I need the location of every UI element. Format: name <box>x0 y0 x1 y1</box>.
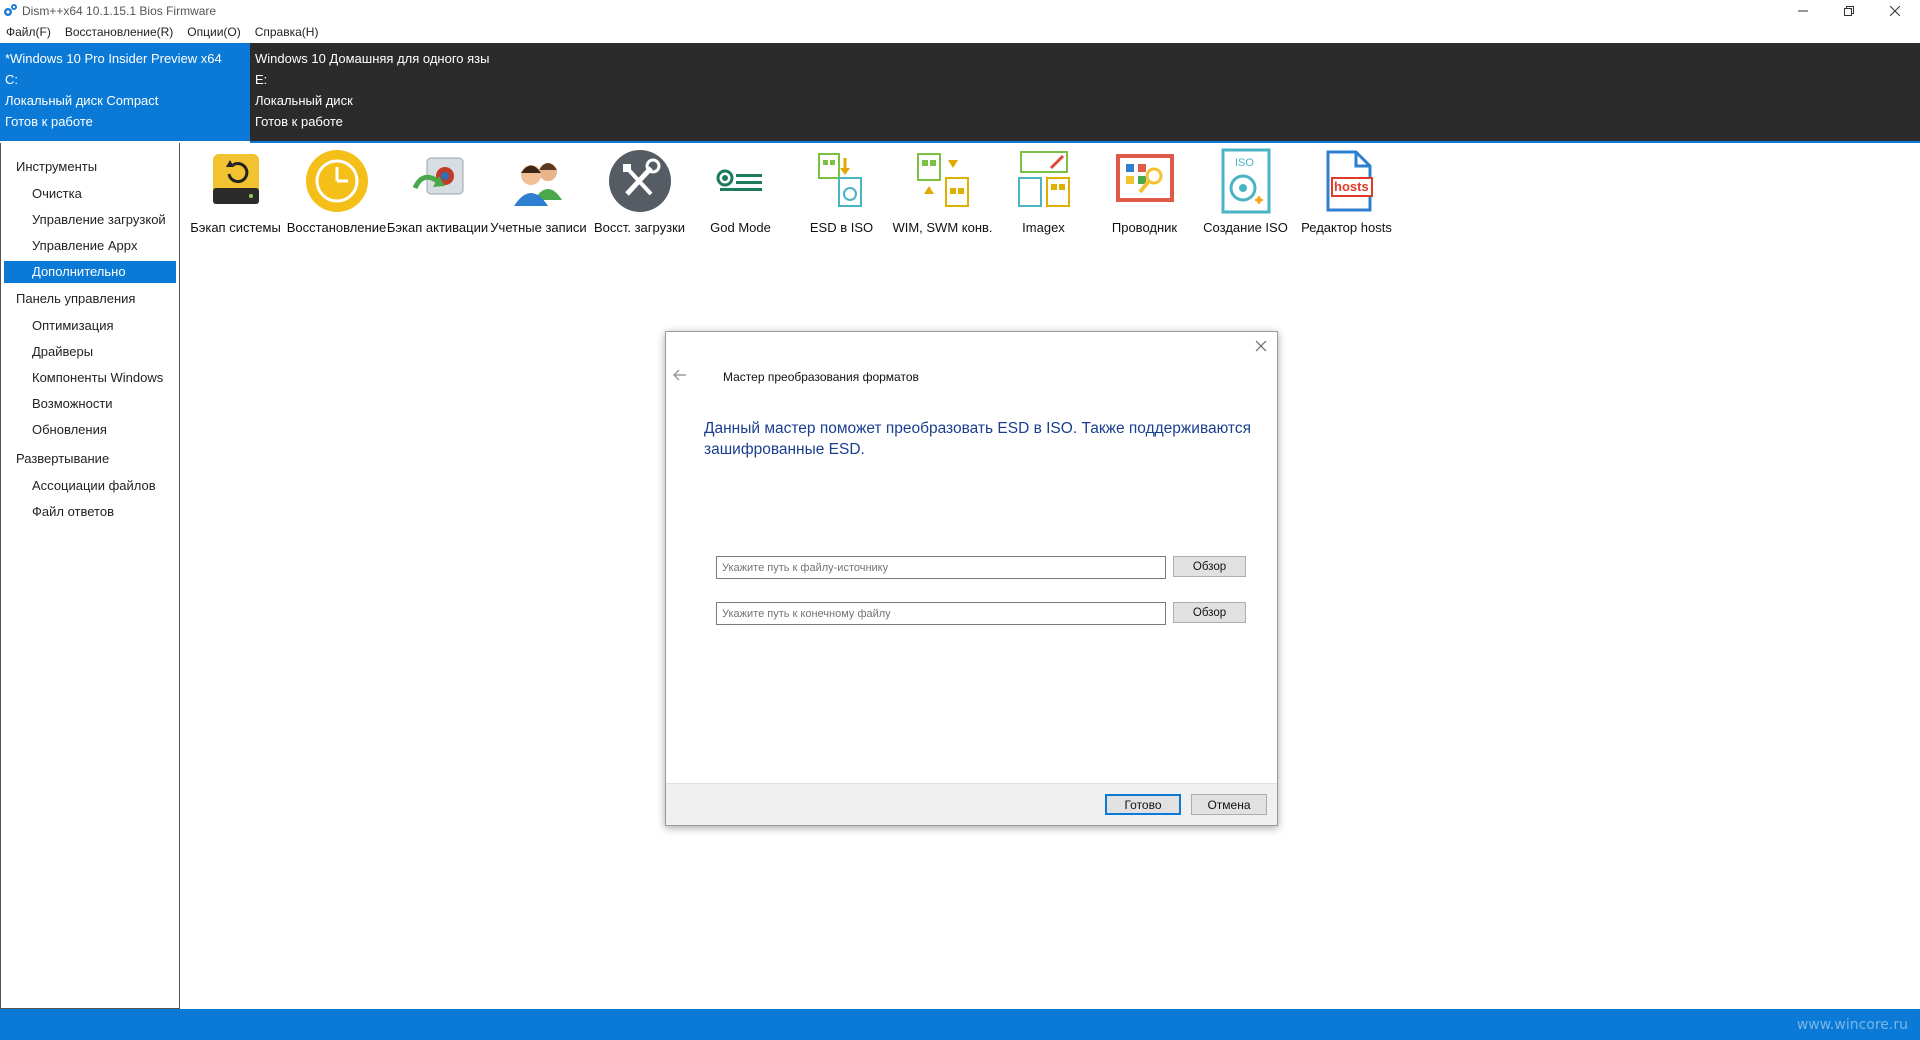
sidebar-item-advanced[interactable]: Дополнительно <box>4 261 176 283</box>
menu-options[interactable]: Опции(O) <box>187 22 240 42</box>
dest-path-input[interactable] <box>716 602 1166 625</box>
sidebar-item-drivers[interactable]: Драйверы <box>4 339 176 365</box>
sidebar: Инструменты Очистка Управление загрузкой… <box>0 143 180 1009</box>
iso-create-icon: ISO <box>1221 148 1270 214</box>
session-panel-other[interactable]: Windows 10 Домашняя для одного язы E: Ло… <box>250 43 1920 141</box>
tool-label: Imagex <box>1022 220 1065 235</box>
header-accent-line <box>250 141 1920 143</box>
restore-button[interactable] <box>1826 0 1872 22</box>
sidebar-section-control-panel[interactable]: Панель управления <box>1 287 179 313</box>
user-accounts-icon <box>513 163 562 206</box>
sidebar-item-appx[interactable]: Управление Appx <box>4 233 176 259</box>
close-icon <box>1890 6 1900 16</box>
gear-icon <box>4 4 17 16</box>
boot-repair-icon <box>608 150 671 212</box>
window-title: Dism++x64 10.1.15.1 Bios Firmware <box>22 4 217 18</box>
tool-label: Бэкап активации <box>386 220 489 235</box>
tool-system-backup[interactable]: Бэкап системы <box>185 148 286 238</box>
esd-to-iso-icon <box>817 153 862 207</box>
imagex-icon <box>1017 151 1070 207</box>
tool-esd-to-iso[interactable]: ESD в ISO <box>791 148 892 238</box>
watermark: www.wincore.ru <box>1796 1017 1908 1033</box>
tool-restore[interactable]: Восстановление <box>286 148 387 238</box>
tool-god-mode[interactable]: God Mode <box>690 148 791 238</box>
title-bar: Dism++x64 10.1.15.1 Bios Firmware <box>0 0 1920 22</box>
sidebar-section-tools[interactable]: Инструменты <box>1 155 179 181</box>
session-drive: C: <box>5 72 18 87</box>
sidebar-item-capabilities[interactable]: Возможности <box>4 391 176 417</box>
session-drive: E: <box>255 72 268 87</box>
activation-backup-icon <box>412 157 463 195</box>
tool-label: ESD в ISO <box>809 220 874 235</box>
svg-text:ISO: ISO <box>1235 157 1254 169</box>
session-status: Готов к работе <box>5 114 93 129</box>
tool-label: WIM, SWM конв. <box>892 220 993 235</box>
tool-explorer[interactable]: Проводник <box>1094 148 1195 238</box>
restore-icon <box>1844 6 1854 16</box>
tool-label: Восст. загрузки <box>593 220 686 235</box>
session-disk-type: Локальный диск <box>255 93 353 108</box>
tool-imagex[interactable]: Imagex <box>993 148 1094 238</box>
tool-hosts-editor[interactable]: hosts Редактор hosts <box>1296 148 1397 238</box>
tool-create-iso[interactable]: ISO Создание ISO <box>1195 148 1296 238</box>
sidebar-item-file-associations[interactable]: Ассоциации файлов <box>4 473 176 499</box>
sidebar-item-optimization[interactable]: Оптимизация <box>4 313 176 339</box>
tool-label: Редактор hosts <box>1301 220 1392 235</box>
dialog-footer: Готово Отмена <box>666 783 1277 825</box>
menu-file[interactable]: Файл(F) <box>6 22 51 42</box>
tool-label: Учетные записи <box>490 220 587 235</box>
god-mode-icon <box>716 169 762 191</box>
session-os-name: *Windows 10 Pro Insider Preview x64 <box>5 51 222 66</box>
cancel-button[interactable]: Отмена <box>1191 794 1267 815</box>
sidebar-item-boot-manager[interactable]: Управление загрузкой <box>4 207 176 233</box>
dialog-title: Мастер преобразования форматов <box>723 370 919 384</box>
tool-boot-repair[interactable]: Восст. загрузки <box>589 148 690 238</box>
sidebar-item-cleanup[interactable]: Очистка <box>4 181 176 207</box>
hosts-editor-icon: hosts <box>1326 150 1373 212</box>
browse-dest-button[interactable]: Обзор <box>1173 602 1246 623</box>
system-backup-icon <box>212 154 259 204</box>
sidebar-item-answer-file[interactable]: Файл ответов <box>4 499 176 525</box>
tool-label: Восстановление <box>286 220 387 235</box>
session-disk-type: Локальный диск Compact <box>5 93 159 108</box>
back-arrow-icon[interactable] <box>673 369 687 381</box>
browse-source-button[interactable]: Обзор <box>1173 556 1246 577</box>
sidebar-item-windows-components[interactable]: Компоненты Windows <box>4 365 176 391</box>
tool-activation-backup[interactable]: Бэкап активации <box>387 148 488 238</box>
minimize-icon <box>1798 10 1808 12</box>
restore-clock-icon <box>305 150 368 212</box>
hosts-icon-text: hosts <box>1334 179 1369 194</box>
tool-wim-swm-convert[interactable]: WIM, SWM конв. <box>892 148 993 238</box>
sidebar-section-deployment[interactable]: Развертывание <box>1 447 179 473</box>
minimize-button[interactable] <box>1780 0 1826 22</box>
menu-recovery[interactable]: Восстановление(R) <box>65 22 173 42</box>
menu-bar: Файл(F) Восстановление(R) Опции(O) Справ… <box>0 22 1920 42</box>
close-window-button[interactable] <box>1872 0 1918 22</box>
status-bar: www.wincore.ru <box>0 1009 1920 1040</box>
tool-label: Бэкап системы <box>190 220 281 235</box>
dialog-description: Данный мастер поможет преобразовать ESD … <box>704 420 1251 458</box>
session-status: Готов к работе <box>255 114 343 129</box>
session-os-name: Windows 10 Домашняя для одного язы <box>255 51 490 66</box>
wim-swm-convert-icon <box>916 153 969 207</box>
menu-help[interactable]: Справка(H) <box>255 22 319 42</box>
tool-label: Создание ISO <box>1203 220 1288 235</box>
done-button[interactable]: Готово <box>1105 794 1181 815</box>
format-conversion-dialog: Мастер преобразования форматов Данный ма… <box>665 331 1278 826</box>
close-icon[interactable] <box>1253 338 1269 354</box>
tool-user-accounts[interactable]: Учетные записи <box>488 148 589 238</box>
session-panel-current[interactable]: *Windows 10 Pro Insider Preview x64 C: Л… <box>0 43 250 141</box>
tools-toolbar: Бэкап системы Восстановление Бэкап актив… <box>185 148 1397 238</box>
sidebar-item-updates[interactable]: Обновления <box>4 417 176 443</box>
tool-label: God Mode <box>710 220 771 235</box>
source-path-input[interactable] <box>716 556 1166 579</box>
tool-label: Проводник <box>1111 220 1178 235</box>
explorer-icon <box>1115 154 1174 202</box>
